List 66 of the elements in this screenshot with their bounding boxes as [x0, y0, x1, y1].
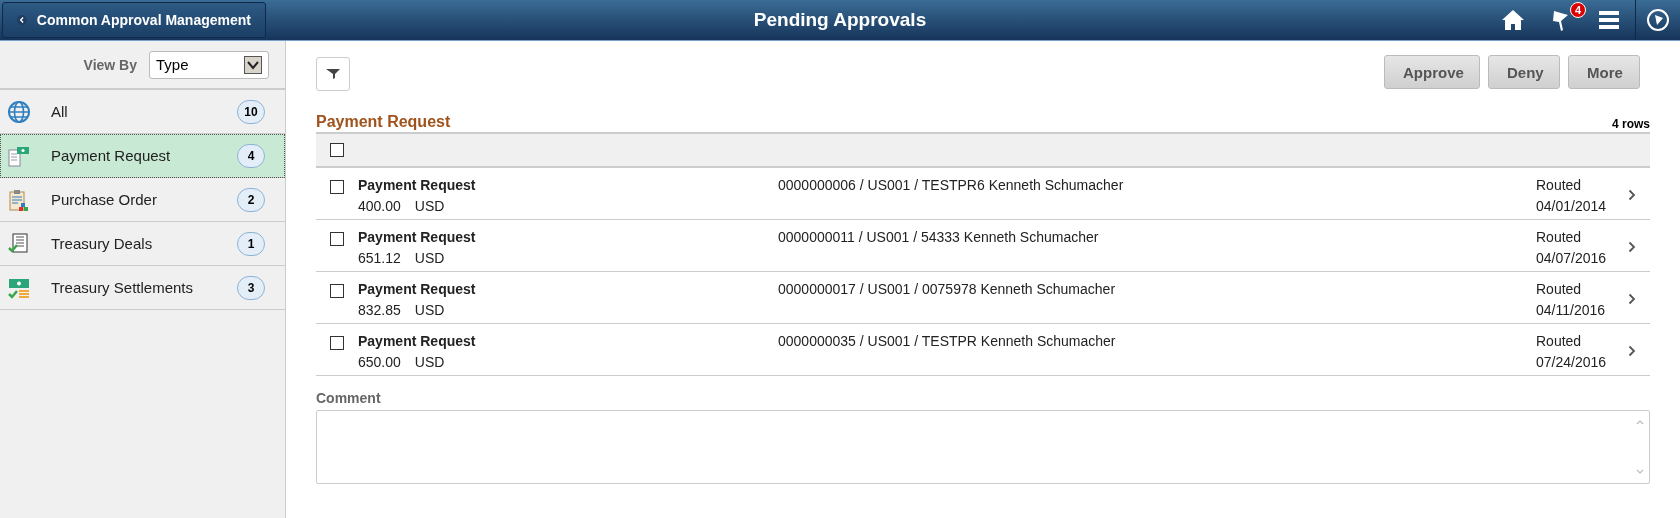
checkbox[interactable]: [330, 284, 344, 298]
chevron-right-icon: [1628, 345, 1636, 357]
chevron-right-icon: [1628, 189, 1636, 201]
request-type: Payment Request: [358, 281, 477, 297]
amount: 400.00: [358, 198, 401, 214]
status: Routed: [1536, 177, 1583, 193]
date: 04/11/2016: [1536, 302, 1607, 318]
back-button[interactable]: Common Approval Management: [2, 2, 266, 38]
row-count: 4 rows: [1612, 117, 1650, 131]
sidebar-item[interactable]: Treasury Deals 1: [0, 222, 285, 266]
checkbox[interactable]: [330, 336, 344, 350]
menu-icon[interactable]: [1597, 8, 1621, 32]
sidebar-item[interactable]: Purchase Order 2: [0, 178, 285, 222]
comment-field[interactable]: [316, 410, 1650, 484]
checkbox[interactable]: [330, 180, 344, 194]
sidebar-item[interactable]: Treasury Settlements 3: [0, 266, 285, 310]
request-description: 0000000035 / US001 / TESTPR Kenneth Schumacher: [778, 333, 1117, 349]
currency: USD: [414, 354, 445, 370]
action-button[interactable]: Deny: [1488, 55, 1560, 89]
filter-icon: [325, 66, 341, 82]
checkbox[interactable]: [330, 143, 344, 157]
date: 07/24/2016: [1536, 354, 1608, 370]
approval-row[interactable]: Payment Request 832.85 USD 0000000017 / US001 / 0075978 Kenneth Schumacher Routed 04/11/2016: [316, 272, 1650, 324]
currency: USD: [414, 198, 445, 214]
currency: USD: [414, 250, 445, 266]
approval-row[interactable]: Payment Request 400.00 USD 0000000006 / US001 / TESTPR6 Kenneth Schumacher Routed 04/01/2014: [316, 168, 1650, 220]
status: Routed: [1536, 229, 1583, 245]
notification-badge: 4: [1570, 2, 1587, 18]
amount: 651.12: [358, 250, 401, 266]
amount: 832.85: [358, 302, 401, 318]
sidebar-item[interactable]: Payment Request 4: [0, 134, 285, 178]
amount: 650.00: [358, 354, 401, 370]
status: Routed: [1536, 281, 1583, 297]
filter-button[interactable]: [316, 57, 350, 91]
request-description: 0000000017 / US001 / 0075978 Kenneth Schumacher: [778, 281, 1117, 297]
request-type: Payment Request: [358, 333, 477, 349]
date: 04/01/2014: [1536, 198, 1608, 214]
request-type: Payment Request: [358, 177, 477, 193]
comment-label: Comment: [316, 390, 382, 406]
count-badge: 10: [237, 99, 265, 124]
flag-icon[interactable]: [1553, 8, 1569, 32]
date: 04/07/2016: [1536, 250, 1608, 266]
clipboard-icon: [7, 187, 31, 212]
count-badge: 2: [237, 187, 265, 212]
approval-row[interactable]: Payment Request 651.12 USD 0000000011 / US001 / 54333 Kenneth Schumacher Routed 04/07/2016: [316, 220, 1650, 272]
count-badge: 1: [237, 231, 265, 256]
grid-title: Payment Request: [316, 113, 451, 131]
count-badge: 4: [237, 143, 265, 168]
action-button[interactable]: More: [1568, 55, 1640, 89]
chevron-right-icon: [1628, 241, 1636, 253]
request-description: 0000000006 / US001 / TESTPR6 Kenneth Schumacher: [778, 177, 1125, 193]
currency: USD: [414, 302, 445, 318]
view-by-label: View By: [83, 56, 137, 73]
approval-row[interactable]: Payment Request 650.00 USD 0000000035 / US001 / TESTPR Kenneth Schumacher Routed 07/24/2016: [316, 324, 1650, 376]
checkbox[interactable]: [330, 232, 344, 246]
count-badge: 3: [237, 275, 265, 300]
status: Routed: [1536, 333, 1583, 349]
chevron-right-icon: [1628, 293, 1636, 305]
view-by-dropdown[interactable]: Type: [149, 50, 269, 79]
action-button[interactable]: Approve: [1384, 55, 1480, 89]
request-type: Payment Request: [358, 229, 477, 245]
document-check-icon: [7, 231, 31, 256]
home-icon[interactable]: [1501, 8, 1525, 32]
globe-icon: [7, 99, 31, 124]
page-title: Pending Approvals: [753, 9, 927, 31]
request-description: 0000000011 / US001 / 54333 Kenneth Schumacher: [778, 229, 1100, 245]
